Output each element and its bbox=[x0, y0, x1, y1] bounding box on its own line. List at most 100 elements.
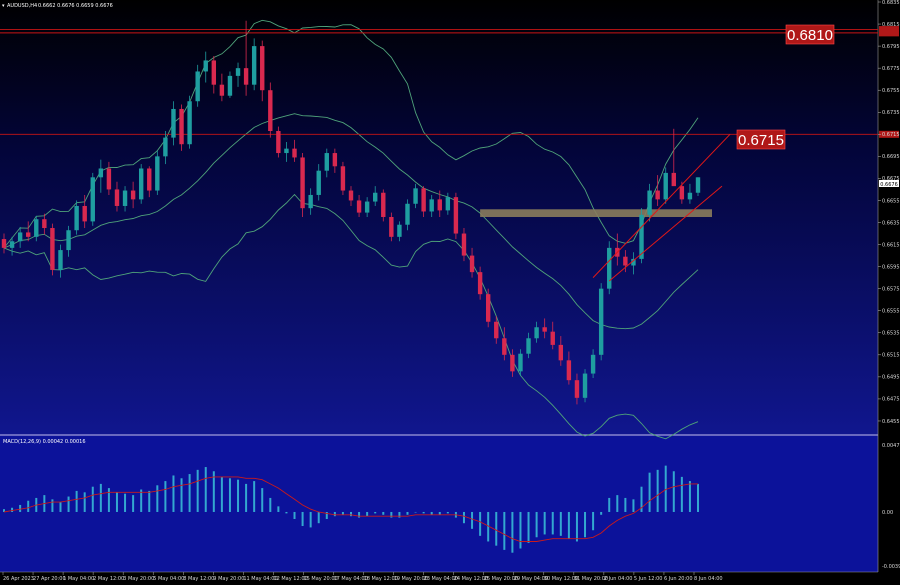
macd-histogram-bar bbox=[115, 492, 118, 512]
time-axis-tick-label: 5 May 04:00 bbox=[153, 576, 184, 582]
macd-histogram-bar bbox=[228, 478, 231, 512]
price-panel[interactable] bbox=[0, 0, 878, 434]
macd-histogram-bar bbox=[107, 488, 110, 512]
macd-histogram-bar bbox=[688, 481, 691, 512]
time-axis-tick-label: 5 Jun 12:00 bbox=[634, 576, 663, 582]
price-axis-tick-label: 0.6635 bbox=[882, 220, 900, 226]
macd-histogram-bar bbox=[398, 511, 401, 518]
macd-histogram-bar bbox=[132, 495, 135, 512]
macd-histogram-bar bbox=[51, 499, 54, 512]
macd-histogram-bar bbox=[608, 497, 611, 512]
candle bbox=[582, 369, 588, 403]
macd-histogram-bar bbox=[83, 492, 86, 512]
time-axis-tick-label: 8 May 12:00 bbox=[183, 576, 214, 582]
support-zone[interactable] bbox=[480, 209, 712, 217]
macd-histogram-bar bbox=[382, 511, 385, 515]
candle bbox=[50, 223, 55, 276]
price-axis-tick-label: 0.6735 bbox=[882, 110, 900, 116]
macd-histogram-bar bbox=[680, 476, 683, 512]
candle bbox=[187, 95, 192, 149]
price-axis-tick-label: 0.6555 bbox=[882, 309, 900, 315]
price-axis-tick-label: 0.6655 bbox=[882, 198, 900, 204]
macd-histogram-bar bbox=[632, 499, 635, 512]
macd-histogram-bar bbox=[446, 511, 449, 514]
macd-histogram-bar bbox=[148, 490, 151, 512]
price-axis-tick-label: 0.6615 bbox=[882, 242, 900, 248]
macd-histogram-bar bbox=[67, 496, 70, 512]
macd-histogram-bar bbox=[511, 511, 514, 553]
price-axis-tick-label: 0.6535 bbox=[882, 331, 900, 337]
macd-histogram-bar bbox=[317, 511, 320, 524]
macd-histogram-bar bbox=[390, 511, 393, 518]
macd-histogram-bar bbox=[269, 497, 272, 512]
price-axis-tick-label: 0.6755 bbox=[882, 88, 900, 94]
price-axis-tick-label: 0.6695 bbox=[882, 154, 900, 160]
current-price-text: 0.6676 bbox=[880, 182, 898, 188]
level-label-high[interactable]: 0.6810 bbox=[785, 24, 835, 45]
time-axis-tick-label: 6 Jun 20:00 bbox=[664, 576, 693, 582]
price-axis-tick-label: 0.6815 bbox=[882, 22, 900, 28]
macd-histogram-bar bbox=[253, 481, 256, 512]
macd-histogram-bar bbox=[406, 511, 409, 515]
price-axis-tick-label: 0.6575 bbox=[882, 286, 900, 292]
macd-histogram-bar bbox=[204, 467, 207, 512]
price-axis-tick-label: 0.6595 bbox=[882, 264, 900, 270]
macd-histogram-bar bbox=[672, 471, 675, 512]
chart-header-symbol: AUDUSD,H4 bbox=[7, 3, 37, 9]
macd-histogram-bar bbox=[479, 511, 482, 536]
macd-histogram-bar bbox=[261, 488, 264, 512]
macd-histogram-bar bbox=[75, 490, 78, 512]
macd-histogram-bar bbox=[245, 483, 248, 512]
candle bbox=[268, 82, 273, 138]
macd-histogram-bar bbox=[180, 478, 183, 512]
macd-histogram-bar bbox=[471, 511, 474, 529]
macd-histogram-bar bbox=[624, 497, 627, 512]
macd-histogram-bar bbox=[27, 500, 30, 512]
candle bbox=[90, 172, 95, 226]
macd-histogram-bar bbox=[358, 511, 361, 518]
price-axis-tick-label: 0.6495 bbox=[882, 375, 900, 381]
price-axis-tick-label: 0.6835 bbox=[882, 0, 900, 6]
macd-histogram-bar bbox=[301, 511, 304, 527]
macd-histogram-bar bbox=[414, 511, 417, 513]
price-axis-tick-label: 0.6775 bbox=[882, 66, 900, 72]
candle bbox=[340, 161, 346, 195]
macd-histogram-bar bbox=[124, 493, 127, 512]
macd-histogram-bar bbox=[600, 511, 603, 515]
macd-histogram-bar bbox=[462, 511, 465, 524]
macd-histogram-bar bbox=[196, 469, 199, 512]
macd-panel[interactable] bbox=[0, 436, 878, 572]
candle bbox=[598, 283, 604, 361]
macd-histogram-bar bbox=[648, 472, 651, 512]
macd-histogram-bar bbox=[59, 502, 62, 512]
macd-histogram-bar bbox=[527, 511, 530, 543]
macd-histogram-bar bbox=[99, 483, 102, 512]
candle bbox=[179, 104, 184, 151]
candle bbox=[607, 241, 612, 295]
macd-histogram-bar bbox=[495, 511, 498, 546]
macd-histogram-bar bbox=[11, 507, 14, 512]
macd-histogram-bar bbox=[91, 486, 94, 512]
time-axis-tick-label: 9 May 20:00 bbox=[213, 576, 244, 582]
time-axis-tick-label: 3 May 20:00 bbox=[123, 576, 154, 582]
level-label-mid[interactable]: 0.6715 bbox=[736, 129, 786, 150]
price-axis-tick-label: 0.6715 bbox=[882, 132, 900, 138]
candle bbox=[138, 164, 144, 204]
macd-histogram-bar bbox=[584, 511, 587, 538]
macd-histogram-bar bbox=[309, 511, 312, 528]
macd-histogram-bar bbox=[350, 511, 352, 517]
macd-histogram-bar bbox=[567, 511, 570, 539]
price-axis-tick-label: 0.6475 bbox=[882, 397, 900, 403]
macd-histogram-bar bbox=[285, 511, 288, 514]
level-label-high-text: 0.6810 bbox=[787, 27, 833, 44]
time-axis-tick-label: 1 May 04:00 bbox=[63, 576, 94, 582]
chart-header-ohlc: 0.6662 0.6676 0.6659 0.6676 bbox=[38, 3, 113, 9]
macd-histogram-bar bbox=[293, 511, 296, 519]
macd-histogram-bar bbox=[220, 476, 223, 512]
macd-histogram-bar bbox=[172, 475, 175, 512]
macd-header: MACD(12,26,9) 0.00042 0.00016 bbox=[3, 439, 86, 445]
macd-axis-tick-label: 0.00477 bbox=[882, 443, 900, 449]
macd-axis-tick-label: -0.00399 bbox=[882, 564, 900, 570]
macd-histogram-bar bbox=[543, 511, 546, 535]
macd-axis-tick-label: 0.00 bbox=[882, 510, 893, 516]
